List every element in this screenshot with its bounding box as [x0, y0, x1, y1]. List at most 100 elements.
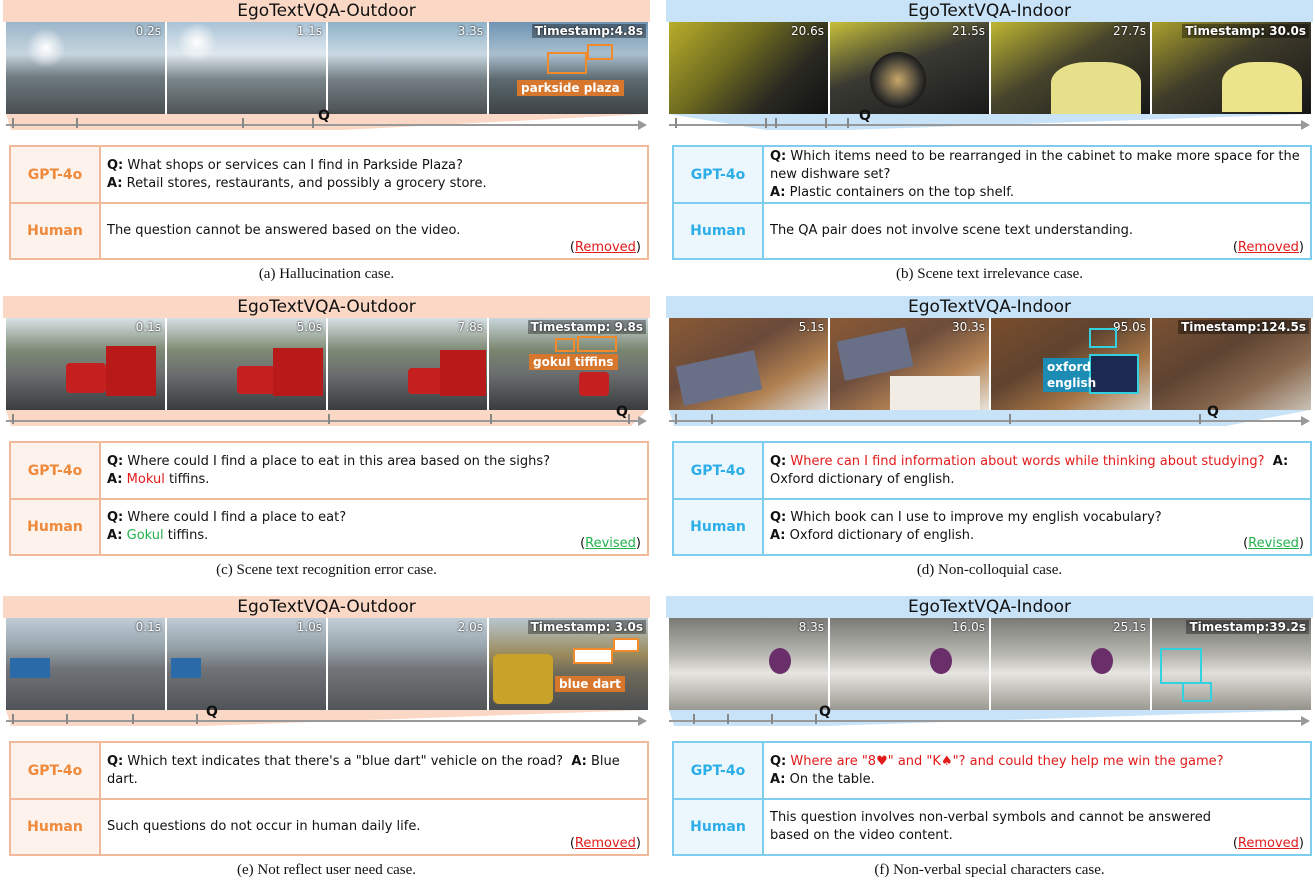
- video-frame: 20.6s: [669, 22, 828, 114]
- video-frame: 2.0s: [328, 618, 487, 710]
- text-highlight-box: [555, 338, 575, 352]
- video-frames: 20.6s 21.5s 27.7s Timestamp: 30.0s: [669, 22, 1311, 114]
- human-response: The question cannot be answered based on…: [107, 223, 461, 238]
- video-frame: 0.1s: [6, 618, 165, 710]
- qa-comparison-box: GPT-4o Q: Where could I find a place to …: [9, 441, 649, 556]
- video-frame: 30.3s: [830, 318, 989, 410]
- question-marker: Q: [206, 704, 218, 720]
- scene-text-annotation: blue dart: [555, 676, 625, 692]
- human-answer-fixed-text: Gokul: [126, 528, 164, 543]
- human-label: Human: [690, 223, 746, 239]
- human-label: Human: [27, 519, 83, 535]
- human-question: Which book can I use to improve my engli…: [790, 510, 1162, 525]
- frame-timestamp: 7.8s: [457, 320, 483, 334]
- video-frame: 1.0s: [167, 618, 326, 710]
- question-marker: Q: [859, 108, 871, 124]
- gpt-question: Where could I find a place to eat in thi…: [127, 453, 551, 469]
- video-frames: 5.1s 30.3s 95.0s oxford english Timestam…: [669, 318, 1311, 410]
- caption: (d) Non-colloquial case.: [916, 562, 1063, 578]
- dataset-header: EgoTextVQA-Indoor: [666, 0, 1313, 22]
- gpt-label: GPT-4o: [690, 462, 746, 479]
- video-frame: 0.2s: [6, 22, 165, 114]
- scene-text-annotation: parkside plaza: [517, 80, 624, 96]
- video-frame: 3.3s: [328, 22, 487, 114]
- text-highlight-box: [587, 44, 613, 60]
- frame-timestamp: 0.1s: [135, 620, 161, 634]
- human-label: Human: [27, 223, 83, 239]
- frame-timestamp: Timestamp: 30.0s: [1182, 24, 1309, 38]
- frame-timestamp: Timestamp:39.2s: [1186, 620, 1309, 634]
- gpt-question: Where can I find information about words…: [790, 453, 1265, 469]
- status-tag: (Removed): [1232, 240, 1304, 255]
- video-frames: 0.1s 5.0s 7.8s Timestamp: 9.8s gokul tif…: [6, 318, 648, 410]
- text-highlight-box: [1089, 354, 1139, 394]
- frame-timestamp: 1.0s: [296, 620, 322, 634]
- question-marker: Q: [1207, 404, 1219, 420]
- gpt-answer: Oxford dictionary of english.: [770, 471, 955, 487]
- text-highlight-box: [1160, 648, 1202, 684]
- question-marker: Q: [819, 704, 831, 720]
- caption: (c) Scene text recognition error case.: [216, 562, 437, 578]
- scene-text-annotation: gokul tiffins: [529, 354, 618, 370]
- text-highlight-box: [1182, 682, 1212, 702]
- human-response: The QA pair does not involve scene text …: [770, 223, 1134, 238]
- frame-timestamp: 20.6s: [791, 24, 824, 38]
- qa-comparison-box: GPT-4o Q: Where can I find information a…: [672, 441, 1312, 556]
- gpt-answer: Plastic containers on the top shelf.: [789, 184, 1014, 200]
- qa-comparison-box: GPT-4o Q: What shops or services can I f…: [9, 145, 649, 260]
- dataset-header: EgoTextVQA-Outdoor: [3, 0, 650, 22]
- gpt-answer: Retail stores, restaurants, and possibly…: [126, 175, 487, 191]
- status-tag: (Removed): [569, 240, 641, 255]
- status-tag: (Revised): [1243, 536, 1304, 551]
- timeline: Q: [669, 108, 1310, 136]
- frame-timestamp: 8.3s: [798, 620, 824, 634]
- video-frame: Timestamp:124.5s: [1152, 318, 1311, 410]
- caption: (a) Hallucination case.: [258, 266, 395, 282]
- frame-timestamp: 16.0s: [952, 620, 985, 634]
- timeline: Q: [6, 108, 647, 136]
- human-label: Human: [27, 819, 83, 835]
- video-frame: 8.3s: [669, 618, 828, 710]
- video-frame: 16.0s: [830, 618, 989, 710]
- qa-comparison-box: GPT-4o Q: Which text indicates that ther…: [9, 741, 649, 856]
- frame-timestamp: 25.1s: [1113, 620, 1146, 634]
- dataset-header: EgoTextVQA-Outdoor: [3, 596, 650, 618]
- frame-timestamp: 0.1s: [135, 320, 161, 334]
- caption: (b) Scene text irrelevance case.: [896, 266, 1083, 282]
- video-frame: 95.0s oxford english: [991, 318, 1150, 410]
- human-response: This question involves non-verbal symbol…: [770, 810, 1211, 843]
- question-marker: Q: [318, 108, 330, 124]
- video-frames: 0.1s 1.0s 2.0s Timestamp: 3.0s blue dart: [6, 618, 648, 710]
- dataset-header: EgoTextVQA-Indoor: [666, 596, 1313, 618]
- video-frame: 0.1s: [6, 318, 165, 410]
- gpt-label: GPT-4o: [690, 166, 746, 183]
- gpt-answer: On the table.: [789, 771, 875, 787]
- timeline: Q: [6, 704, 647, 732]
- video-frame: 5.0s: [167, 318, 326, 410]
- video-frames: 0.2s 1.1s 3.3s Timestamp:4.8s parkside p…: [6, 22, 648, 114]
- gpt-label: GPT-4o: [27, 166, 83, 183]
- human-question: Where could I find a place to eat?: [127, 510, 347, 525]
- frame-timestamp: Timestamp:4.8s: [531, 24, 646, 38]
- gpt-label: GPT-4o: [27, 762, 83, 779]
- timeline: Q: [669, 404, 1310, 432]
- frame-timestamp: 30.3s: [952, 320, 985, 334]
- video-frame: Timestamp:4.8s parkside plaza: [489, 22, 648, 114]
- frame-timestamp: 5.1s: [798, 320, 824, 334]
- gpt-answer-wrong-text: Mokul: [126, 471, 165, 487]
- dataset-header: EgoTextVQA-Outdoor: [3, 296, 650, 318]
- text-highlight-box: [573, 648, 613, 664]
- panel-non-verbal-special-characters: EgoTextVQA-Indoor 8.3s 16.0s 25.1s Times…: [666, 596, 1313, 888]
- caption: (f) Non-verbal special characters case.: [874, 862, 1105, 878]
- gpt-question: Which items need to be rearranged in the…: [770, 148, 1300, 182]
- panel-scene-text-irrelevance: EgoTextVQA-Indoor 20.6s 21.5s 27.7s Time…: [666, 0, 1313, 290]
- question-marker: Q: [616, 404, 628, 420]
- timeline: Q: [6, 404, 647, 432]
- caption: (e) Not reflect user need case.: [236, 862, 417, 878]
- gpt-label: GPT-4o: [690, 762, 746, 779]
- panel-hallucination: EgoTextVQA-Outdoor 0.2s 1.1s 3.3s Timest…: [3, 0, 650, 290]
- video-frame: 21.5s: [830, 22, 989, 114]
- video-frame: Timestamp: 9.8s gokul tiffins: [489, 318, 648, 410]
- video-frame: 25.1s: [991, 618, 1150, 710]
- panel-scene-text-recognition-error: EgoTextVQA-Outdoor 0.1s 5.0s 7.8s Timest…: [3, 296, 650, 586]
